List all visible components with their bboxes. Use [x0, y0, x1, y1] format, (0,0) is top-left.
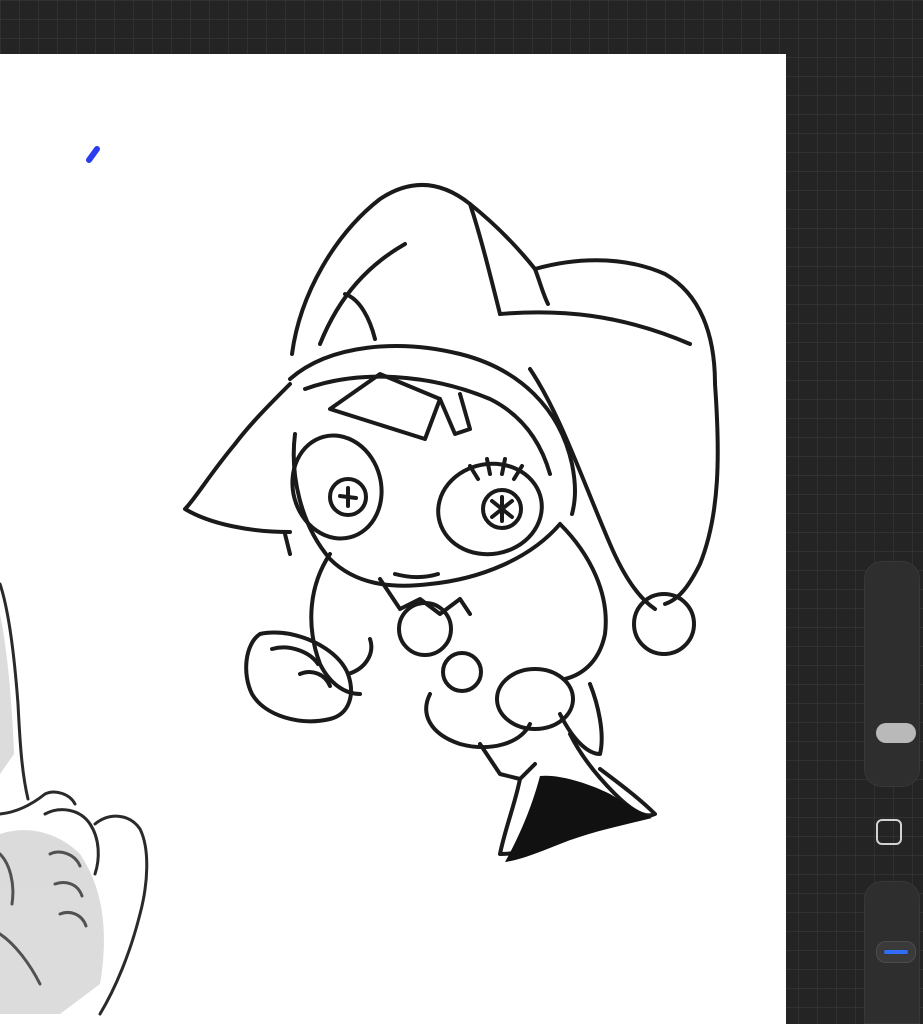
blue-stroke-mark [86, 146, 100, 163]
drawing-canvas[interactable] [0, 54, 786, 1024]
fist [244, 630, 353, 724]
sketch-artwork [0, 146, 720, 1016]
hat-outline [290, 182, 720, 606]
body-button [397, 601, 453, 657]
drawing-app [0, 0, 923, 1024]
brush-opacity-slider[interactable] [864, 881, 920, 1024]
foot-shadow [505, 775, 652, 862]
bangs [328, 372, 442, 441]
modify-button-square-icon[interactable] [876, 819, 902, 845]
brush-size-slider[interactable] [864, 561, 920, 787]
brush-opacity-thumb[interactable] [876, 941, 916, 963]
brush-size-thumb[interactable] [876, 723, 916, 743]
brush-sidebar [858, 553, 923, 1024]
